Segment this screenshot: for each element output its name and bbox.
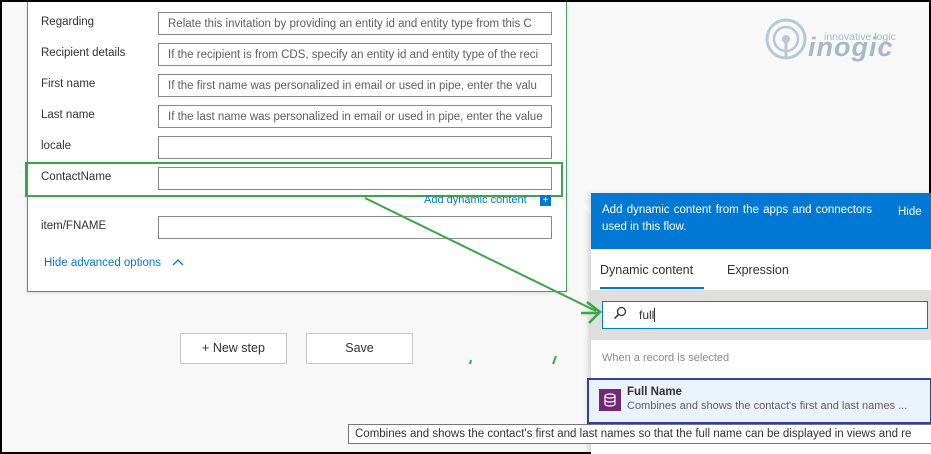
annotation-arrow — [364, 197, 602, 324]
stray-mark — [469, 359, 472, 365]
annotation-overlay — [364, 197, 602, 365]
stray-mark — [552, 355, 557, 365]
